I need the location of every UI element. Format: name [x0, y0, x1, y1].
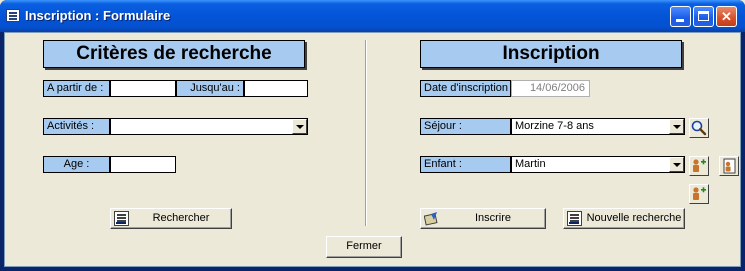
close-icon: ✕ [721, 9, 732, 24]
chevron-down-icon[interactable] [669, 157, 684, 172]
register-button[interactable]: Inscrire [420, 208, 546, 229]
chevron-down-icon[interactable] [669, 119, 684, 134]
from-date-input[interactable] [110, 80, 176, 97]
registration-date-field: 14/06/2006 [511, 80, 590, 97]
age-input[interactable] [110, 156, 176, 173]
close-button-label: Fermer [346, 240, 382, 252]
until-date-input[interactable] [244, 80, 308, 97]
from-date-label: A partir de : [43, 80, 110, 97]
search-stay-button[interactable] [689, 118, 709, 138]
search-criteria-header: Critères de recherche [43, 40, 305, 68]
add-child-button-2[interactable] [689, 184, 709, 204]
application-window: Inscription : Formulaire ✕ Critères de r… [0, 0, 745, 271]
register-button-label: Inscrire [474, 212, 512, 224]
new-search-button[interactable]: Nouvelle recherche [563, 208, 685, 229]
until-date-label: Jusqu'au : [176, 80, 244, 97]
add-person-icon [693, 159, 706, 172]
form-icon [114, 211, 129, 226]
new-search-button-label: Nouvelle recherche [586, 212, 682, 224]
edit-child-button[interactable] [719, 156, 739, 176]
child-value: Martin [515, 158, 546, 170]
activities-label: Activités : [43, 118, 110, 135]
stay-select[interactable]: Morzine 7-8 ans [511, 118, 685, 135]
edit-person-icon [723, 158, 736, 174]
child-label: Enfant : [420, 156, 511, 173]
add-child-button[interactable] [689, 156, 709, 176]
activities-select[interactable] [110, 118, 308, 135]
stay-label: Séjour : [420, 118, 511, 135]
form-icon [6, 9, 20, 22]
registration-date-label: Date d'inscription : [420, 80, 511, 97]
magnifier-icon [691, 120, 707, 136]
window-title: Inscription : Formulaire [25, 8, 171, 23]
maximize-icon [698, 11, 709, 21]
minimize-icon [676, 19, 684, 22]
maximize-button[interactable] [693, 6, 714, 27]
section-divider [365, 40, 367, 226]
search-button-label: Rechercher [152, 212, 210, 224]
minimize-button[interactable] [670, 6, 691, 27]
checkbook-icon [424, 212, 438, 226]
search-button[interactable]: Rechercher [110, 208, 232, 229]
add-person-icon [693, 187, 706, 200]
close-button[interactable]: Fermer [326, 236, 402, 258]
stay-value: Morzine 7-8 ans [515, 120, 594, 132]
close-window-button[interactable]: ✕ [716, 6, 737, 27]
title-bar[interactable]: Inscription : Formulaire ✕ [0, 0, 745, 32]
chevron-down-icon[interactable] [292, 119, 307, 134]
registration-header: Inscription [420, 40, 682, 68]
child-select[interactable]: Martin [511, 156, 685, 173]
form-body: Critères de recherche A partir de : Jusq… [4, 32, 741, 267]
form-icon [567, 211, 582, 226]
age-label: Age : [43, 156, 110, 173]
